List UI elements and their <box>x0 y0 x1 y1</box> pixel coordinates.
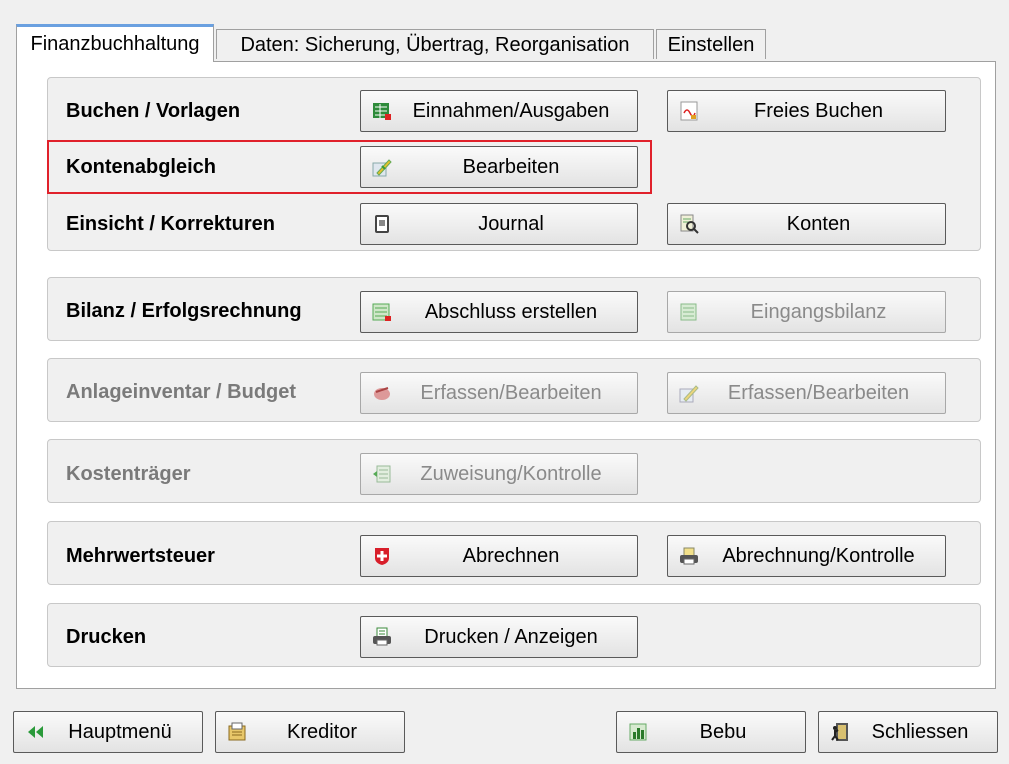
print-preview-icon <box>371 626 393 648</box>
accounts-search-icon <box>678 213 700 235</box>
label-mehrwertsteuer: Mehrwertsteuer <box>66 545 215 567</box>
journal-icon <box>371 213 393 235</box>
anlage-erfassen-button[interactable]: Erfassen/Bearbeiten <box>360 372 638 414</box>
kreditor-button[interactable]: Kreditor <box>215 711 405 753</box>
opening-balance-icon <box>678 301 700 323</box>
label-anlageinventar-budget: Anlageinventar / Budget <box>66 381 297 403</box>
budget-erfassen-button[interactable]: Erfassen/Bearbeiten <box>667 372 946 414</box>
eingangsbilanz-button[interactable]: Eingangsbilanz <box>667 291 946 333</box>
tab-einstellen[interactable]: Einstellen <box>656 29 766 59</box>
abrechnen-button[interactable]: Abrechnen <box>360 535 638 577</box>
creditor-icon <box>226 721 248 743</box>
konten-button[interactable]: Konten <box>667 203 946 245</box>
abschluss-erstellen-button[interactable]: Abschluss erstellen <box>360 291 638 333</box>
free-booking-icon <box>678 100 700 122</box>
label-drucken: Drucken <box>66 626 147 648</box>
balance-sheet-icon <box>371 301 393 323</box>
zuweisung-kontrolle-button[interactable]: Zuweisung/Kontrolle <box>360 453 638 495</box>
double-arrow-left-icon <box>24 721 46 743</box>
swiss-cross-icon <box>371 545 393 567</box>
freies-buchen-button[interactable]: Freies Buchen <box>667 90 946 132</box>
tab-finanzbuchhaltung[interactable]: Finanzbuchhaltung <box>16 24 214 62</box>
einnahmen-ausgaben-button[interactable]: Einnahmen/Ausgaben <box>360 90 638 132</box>
kontenabgleich-bearbeiten-button[interactable]: Bearbeiten <box>360 146 638 188</box>
bebu-chart-icon <box>627 721 649 743</box>
abrechnung-kontrolle-button[interactable]: Abrechnung/Kontrolle <box>667 535 946 577</box>
drucken-anzeigen-button[interactable]: Drucken / Anzeigen <box>360 616 638 658</box>
exit-door-icon <box>829 721 851 743</box>
journal-button[interactable]: Journal <box>360 203 638 245</box>
schliessen-button[interactable]: Schliessen <box>818 711 998 753</box>
inventory-icon <box>371 382 393 404</box>
hauptmenu-button[interactable]: Hauptmenü <box>13 711 203 753</box>
ledger-icon <box>371 100 393 122</box>
label-einsicht-korrekturen: Einsicht / Korrekturen <box>66 213 275 235</box>
edit-document-icon <box>371 156 393 178</box>
label-bilanz-erfolgsrechnung: Bilanz / Erfolgsrechnung <box>66 300 302 322</box>
label-kostentraeger: Kostenträger <box>66 463 191 485</box>
label-buchen-vorlagen: Buchen / Vorlagen <box>66 100 241 122</box>
bebu-button[interactable]: Bebu <box>616 711 806 753</box>
printer-icon <box>678 545 700 567</box>
tab-daten[interactable]: Daten: Sicherung, Übertrag, Reorganisati… <box>216 29 654 59</box>
assignment-icon <box>371 463 393 485</box>
edit-budget-icon <box>678 382 700 404</box>
label-kontenabgleich: Kontenabgleich <box>66 156 217 178</box>
